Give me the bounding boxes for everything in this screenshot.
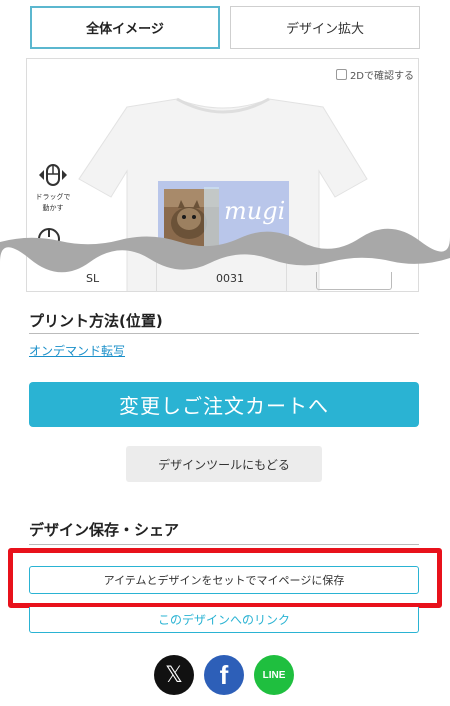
- view-tabs: 全体イメージ デザイン拡大: [30, 6, 420, 50]
- drag-label-line1: ドラッグで: [35, 193, 71, 201]
- mouse-drag-icon: [39, 164, 67, 186]
- design-text: mugi: [224, 197, 285, 225]
- design-save-share-rule: [29, 544, 419, 545]
- drag-label-line2: 動かす: [42, 204, 64, 212]
- x-share-icon[interactable]: 𝕏: [154, 655, 194, 695]
- design-link-button[interactable]: このデザインへのリンク: [29, 607, 419, 633]
- print-method-link[interactable]: オンデマンド転写: [29, 342, 125, 359]
- print-method-title: プリント方法(位置): [29, 312, 163, 330]
- design-save-share-title: デザイン保存・シェア: [29, 521, 180, 539]
- line-share-icon[interactable]: LINE: [254, 655, 294, 695]
- tab-overall-image[interactable]: 全体イメージ: [30, 6, 220, 49]
- facebook-share-icon[interactable]: f: [204, 655, 244, 695]
- highlight-frame: [8, 548, 442, 608]
- drag-control[interactable]: ドラッグで 動かす: [33, 163, 73, 213]
- tab-design-zoom[interactable]: デザイン拡大: [230, 6, 420, 49]
- print-method-rule: [29, 333, 419, 334]
- update-order-cart-button[interactable]: 変更しご注文カートへ: [29, 382, 419, 427]
- torn-overlay: [0, 228, 450, 273]
- back-to-design-tool-button[interactable]: デザインツールにもどる: [126, 446, 322, 482]
